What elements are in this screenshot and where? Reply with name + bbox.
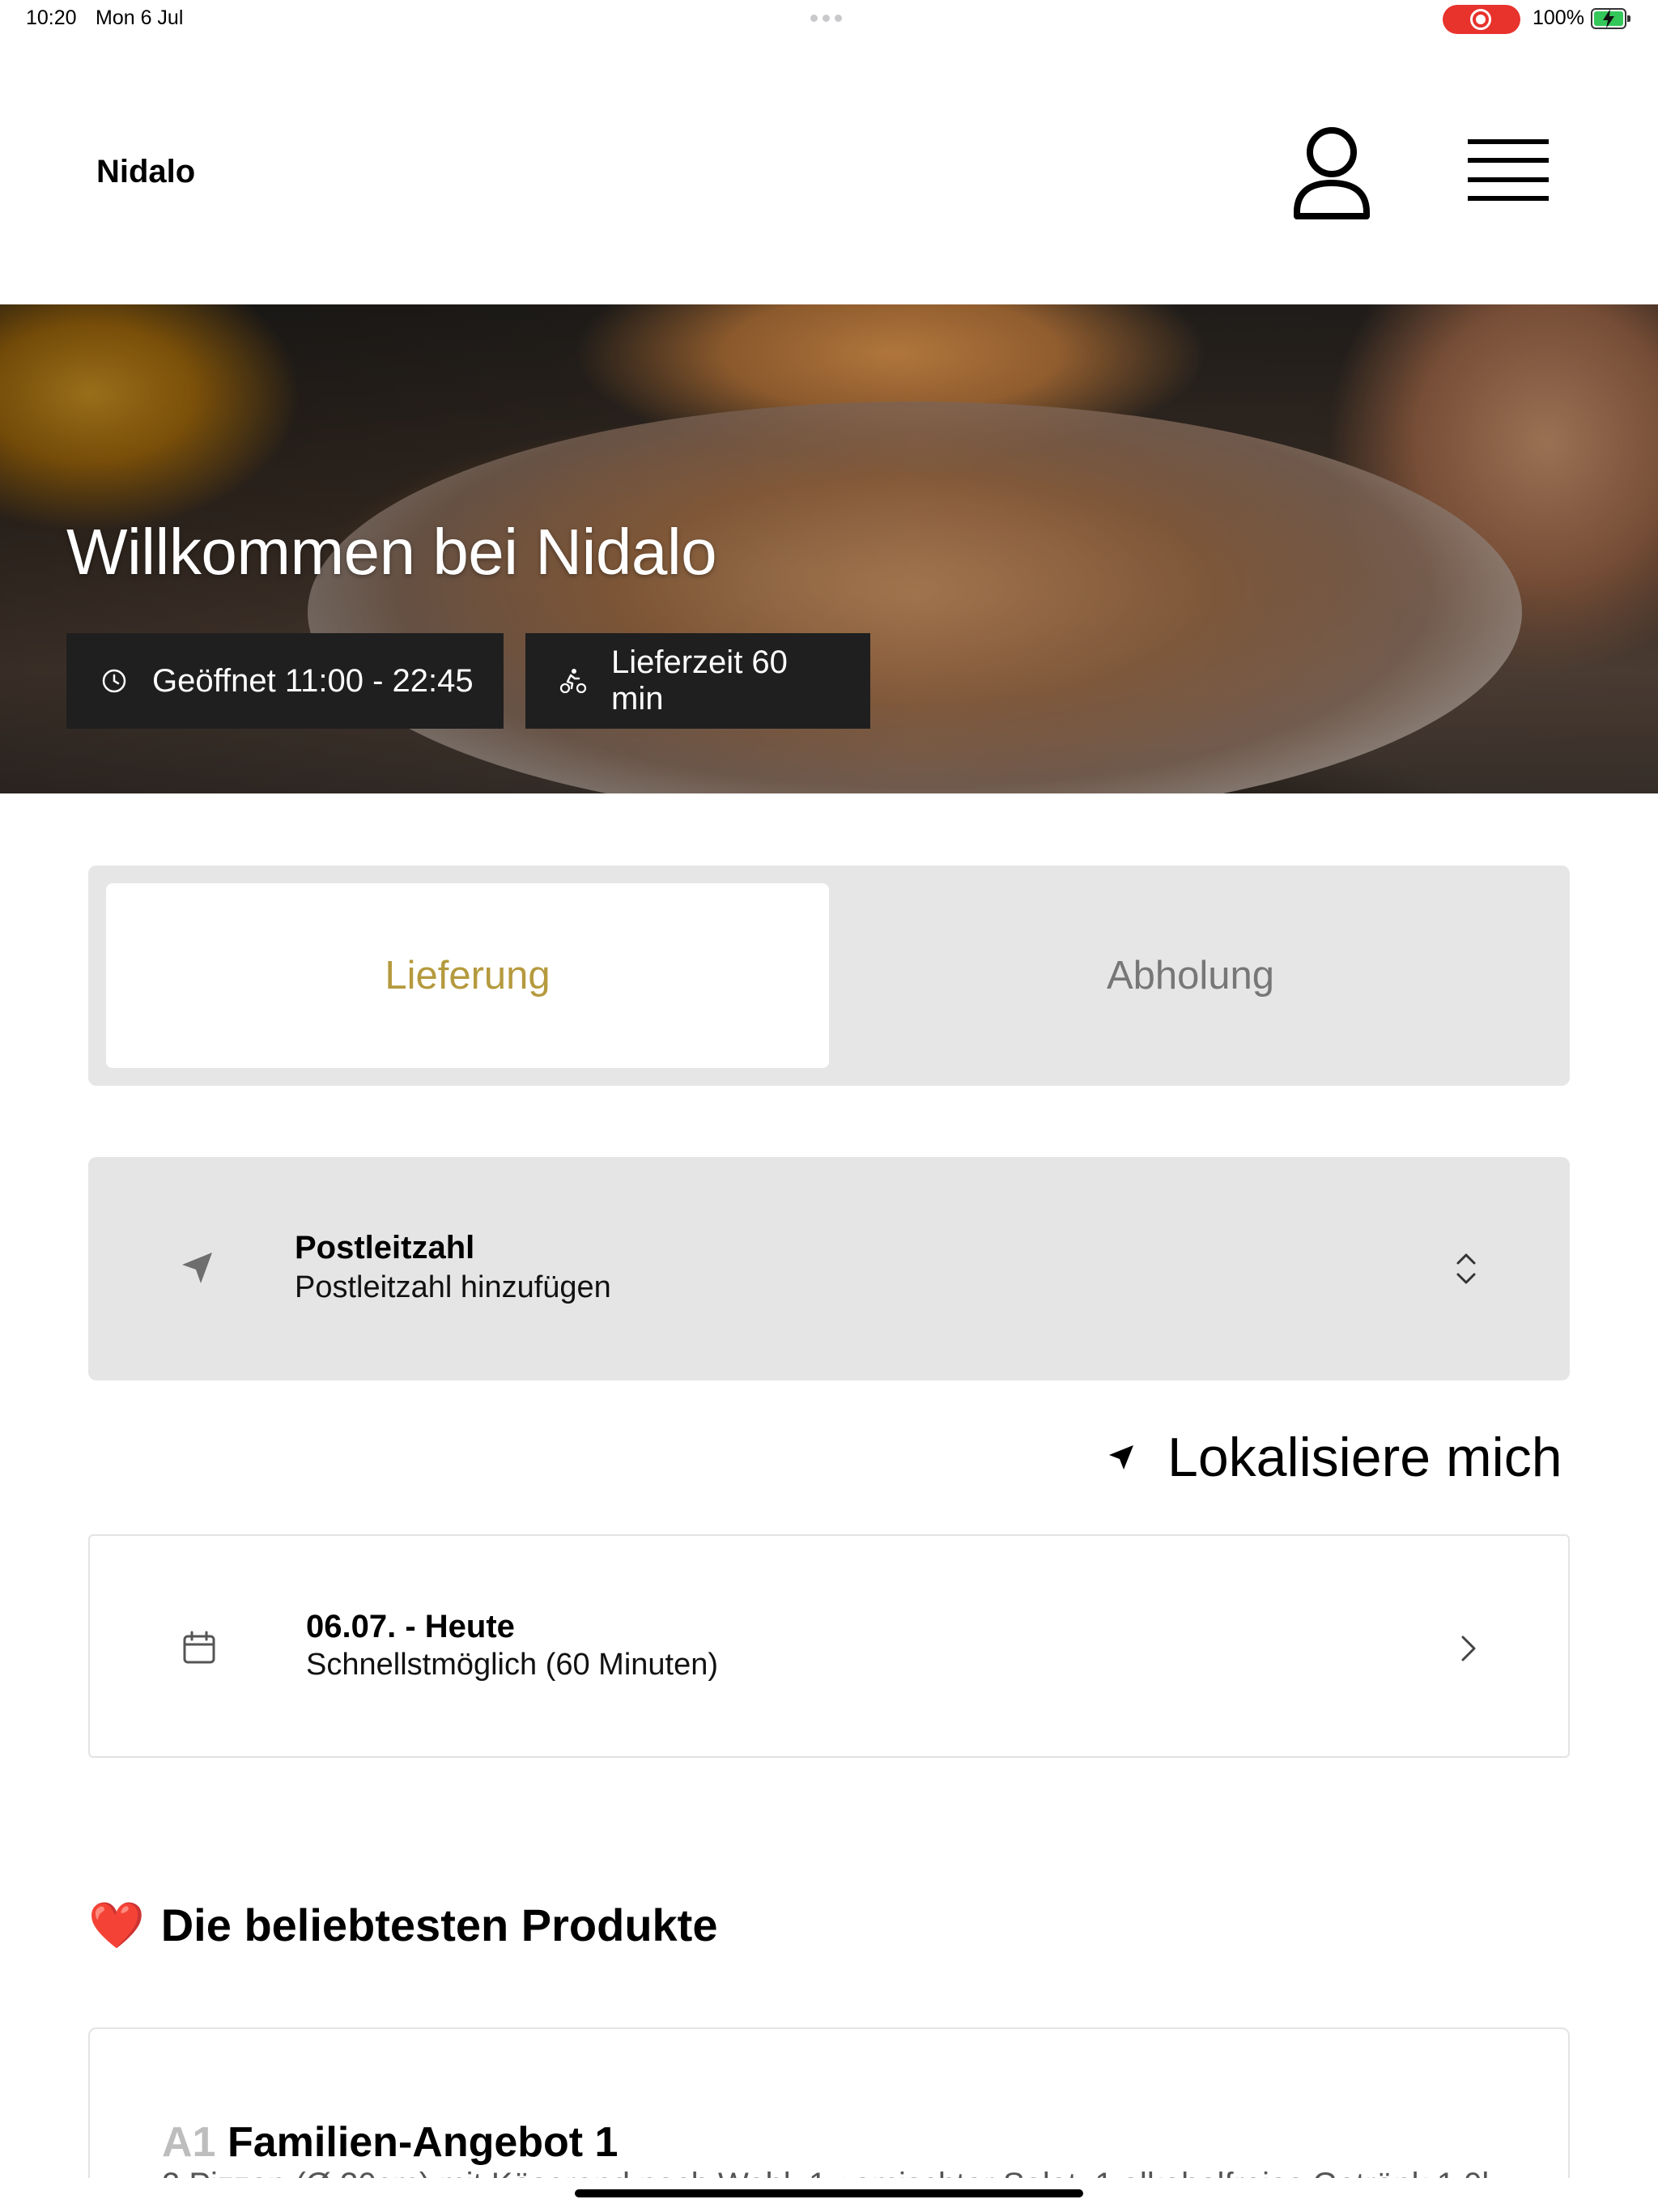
brand-name[interactable]: Nidalo (96, 154, 195, 190)
heart-icon: ❤️ (88, 1899, 145, 1950)
calendar-icon (183, 1631, 215, 1664)
screen-recording-icon[interactable] (1443, 5, 1520, 34)
order-type-toggle: Lieferung Abholung (88, 866, 1570, 1086)
battery-charging-icon (1591, 8, 1630, 29)
hero-banner: Willkommen bei Nidalo Geöffnet 11:00 - 2… (0, 304, 1658, 793)
hamburger-menu-icon (1468, 139, 1549, 201)
delivery-date-subtitle: Schnellstmöglich (60 Minuten) (306, 1648, 719, 1682)
tab-delivery[interactable]: Lieferung (106, 883, 829, 1068)
product-name: Familien-Angebot 1 (227, 2119, 619, 2166)
status-date: Mon 6 Jul (96, 6, 184, 29)
opening-hours-text: Geöffnet 11:00 - 22:45 (152, 662, 474, 699)
clock-icon (102, 669, 126, 693)
menu-button[interactable] (1461, 130, 1555, 211)
locate-me-label: Lokalisiere mich (1167, 1427, 1562, 1488)
chevron-right-icon (1461, 1636, 1476, 1661)
up-down-chevron-icon (1456, 1253, 1476, 1284)
battery-percentage: 100% (1533, 6, 1584, 29)
product-code: A1 (162, 2119, 216, 2166)
tab-pickup[interactable]: Abholung (829, 883, 1552, 1068)
location-arrow-icon (1109, 1445, 1133, 1470)
delivery-time-text: Lieferzeit 60 min (611, 644, 788, 717)
opening-hours-badge: Geöffnet 11:00 - 22:45 (66, 633, 504, 729)
popular-products-heading: ❤️ Die beliebtesten Produkte (88, 1899, 717, 1951)
home-indicator[interactable] (575, 2189, 1083, 2197)
popular-products-title: Die beliebtesten Produkte (160, 1899, 718, 1950)
postcode-selector[interactable]: Postleitzahl Postleitzahl hinzufügen (88, 1157, 1570, 1380)
multitasking-dots-icon[interactable] (810, 15, 842, 22)
tab-delivery-label: Lieferung (385, 954, 551, 998)
hero-title: Willkommen bei Nidalo (66, 516, 717, 588)
delivery-date-title: 06.07. - Heute (306, 1609, 515, 1644)
postcode-placeholder: Postleitzahl hinzufügen (295, 1270, 611, 1304)
status-bar: 10:20 Mon 6 Jul 100% (0, 0, 1658, 39)
courier-bike-icon (559, 669, 587, 694)
postcode-label: Postleitzahl (295, 1230, 475, 1266)
tab-pickup-label: Abholung (1106, 954, 1275, 998)
navigation-arrow-icon (182, 1253, 212, 1283)
account-button[interactable] (1287, 121, 1376, 227)
delivery-date-selector[interactable]: 06.07. - Heute Schnellstmöglich (60 Minu… (88, 1534, 1570, 1758)
person-icon (1294, 127, 1370, 219)
locate-me-button[interactable]: Lokalisiere mich (1107, 1425, 1562, 1490)
delivery-time-badge: Lieferzeit 60 min (525, 633, 870, 729)
status-time: 10:20 (26, 6, 77, 29)
